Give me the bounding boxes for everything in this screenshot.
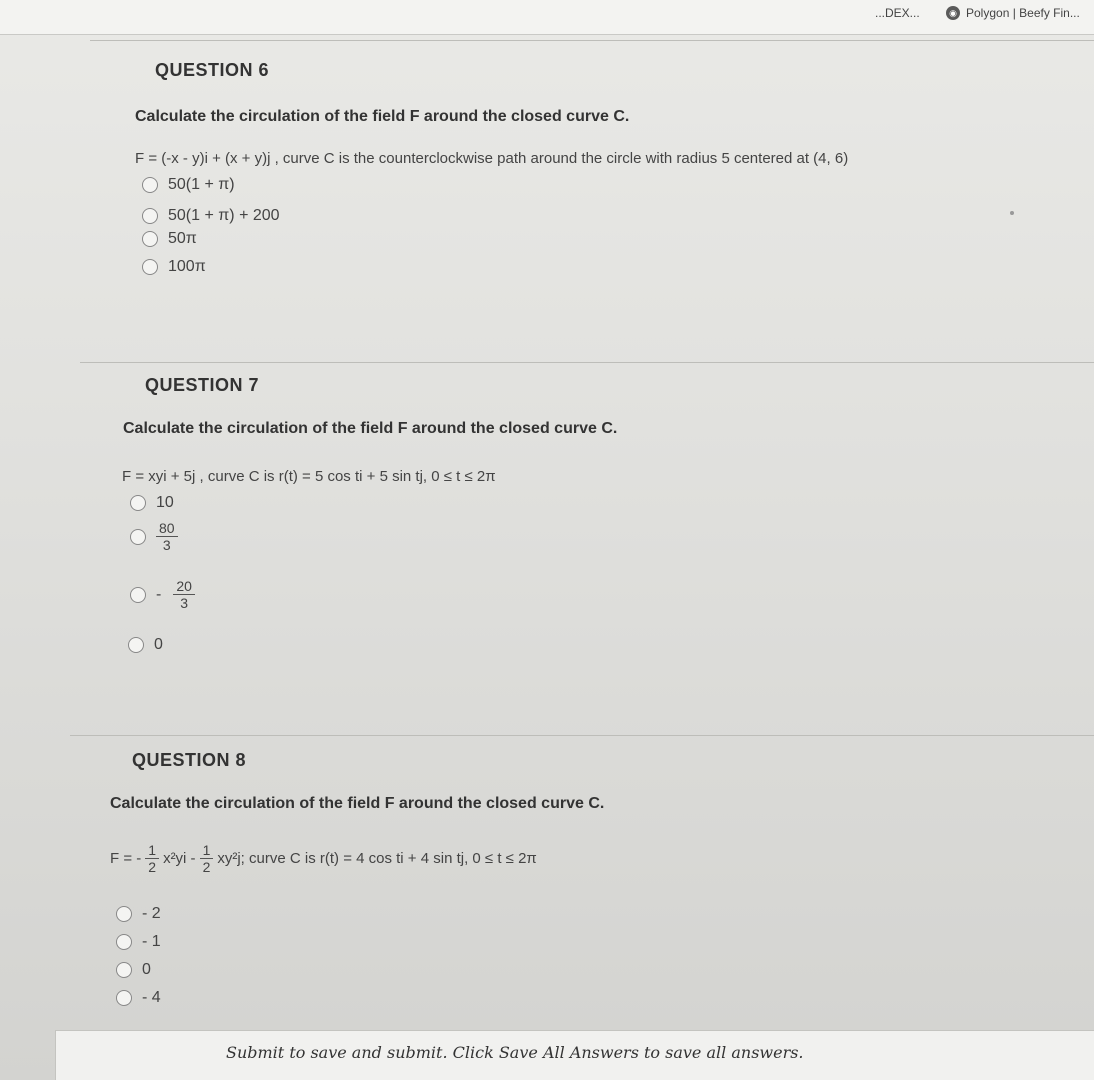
expression-fraction-2: 1 2	[199, 842, 214, 875]
radio-button[interactable]	[130, 586, 146, 603]
expression-fraction-1: 1 2	[145, 842, 160, 875]
option-fraction: 80 3	[156, 520, 178, 553]
question-8-title: QUESTION 8	[132, 750, 247, 770]
fraction-numerator: 80	[156, 520, 178, 537]
bookmark-polygon-label: Polygon | Beefy Fin...	[966, 6, 1080, 20]
question-8-option-2[interactable]: - 1	[116, 933, 161, 951]
option-fraction: 20 3	[173, 578, 195, 611]
radio-button[interactable]	[116, 962, 132, 978]
question-7-option-3[interactable]: - 20 3	[130, 578, 195, 611]
radio-button[interactable]	[116, 906, 132, 922]
footer-instructions: Submit to save and submit. Click Save Al…	[226, 1043, 804, 1062]
fraction-numerator: 20	[173, 578, 195, 595]
question-8-option-3[interactable]: 0	[116, 961, 151, 979]
option-label: 50(1 + π)	[168, 176, 235, 193]
radio-button[interactable]	[142, 231, 158, 247]
question-6-expression: F = (-x - y)i + (x + y)j , curve C is th…	[135, 150, 849, 167]
quiz-page: ...DEX... ◉ Polygon | Beefy Fin... QUEST…	[0, 0, 1094, 1080]
bookmark-polygon[interactable]: ◉ Polygon | Beefy Fin...	[946, 6, 1080, 20]
question-8-prompt: Calculate the circulation of the field F…	[110, 795, 605, 812]
question-7-option-1[interactable]: 10	[130, 494, 174, 512]
radio-button[interactable]	[116, 934, 132, 950]
polygon-site-icon: ◉	[946, 6, 960, 20]
fraction-numerator: 1	[145, 842, 160, 859]
question-6-option-2[interactable]: 50(1 + π) + 200	[142, 207, 280, 225]
question-divider	[90, 40, 1094, 41]
option-label: 50(1 + π) + 200	[168, 207, 280, 224]
fraction-denominator: 3	[162, 537, 171, 553]
expression-term-1: x²yi -	[163, 850, 196, 867]
question-8-expression: F = - 1 2 x²yi - 1 2 xy²j; curve C is r(…	[110, 842, 537, 875]
question-8-option-4[interactable]: - 4	[116, 989, 161, 1007]
option-label: - 2	[142, 905, 161, 922]
radio-button[interactable]	[142, 259, 158, 275]
question-7-prompt: Calculate the circulation of the field F…	[123, 420, 618, 437]
fraction-denominator: 2	[202, 859, 211, 875]
expression-lead: F = -	[110, 850, 142, 867]
bookmark-partial[interactable]: ...DEX...	[875, 6, 920, 20]
question-6-option-1[interactable]: 50(1 + π)	[142, 176, 235, 194]
radio-button[interactable]	[130, 528, 146, 545]
question-6-option-3[interactable]: 50π	[142, 230, 197, 248]
fraction-numerator: 1	[199, 842, 214, 859]
minus-sign: -	[156, 585, 162, 603]
question-7-expression: F = xyi + 5j , curve C is r(t) = 5 cos t…	[122, 468, 496, 485]
radio-button[interactable]	[142, 208, 158, 224]
fraction-denominator: 2	[148, 859, 157, 875]
question-7-option-2[interactable]: 80 3	[130, 520, 178, 553]
question-6-title: QUESTION 6	[155, 60, 270, 80]
question-divider	[70, 735, 1094, 736]
fraction-denominator: 3	[180, 595, 189, 611]
question-7-option-4[interactable]: 0	[128, 636, 163, 654]
radio-button[interactable]	[142, 177, 158, 193]
bookmarks-bar: ...DEX... ◉ Polygon | Beefy Fin...	[0, 0, 1094, 35]
question-6-option-4[interactable]: 100π	[142, 258, 206, 276]
decorative-dot	[1010, 211, 1014, 215]
question-8-option-1[interactable]: - 2	[116, 905, 161, 923]
radio-button[interactable]	[116, 990, 132, 1006]
option-label: 100π	[168, 258, 206, 275]
radio-button[interactable]	[130, 495, 146, 511]
submit-footer: Submit to save and submit. Click Save Al…	[55, 1030, 1094, 1080]
option-label: - 4	[142, 989, 161, 1006]
option-label: 0	[142, 961, 151, 978]
question-divider	[80, 362, 1094, 363]
option-label: - 1	[142, 933, 161, 950]
radio-button[interactable]	[128, 637, 144, 653]
question-6-prompt: Calculate the circulation of the field F…	[135, 108, 630, 125]
expression-term-2: xy²j; curve C is r(t) = 4 cos ti + 4 sin…	[217, 850, 537, 867]
option-label: 50π	[168, 230, 197, 247]
option-label: 10	[156, 494, 174, 511]
option-label: 0	[154, 636, 163, 653]
question-7-title: QUESTION 7	[145, 375, 260, 395]
